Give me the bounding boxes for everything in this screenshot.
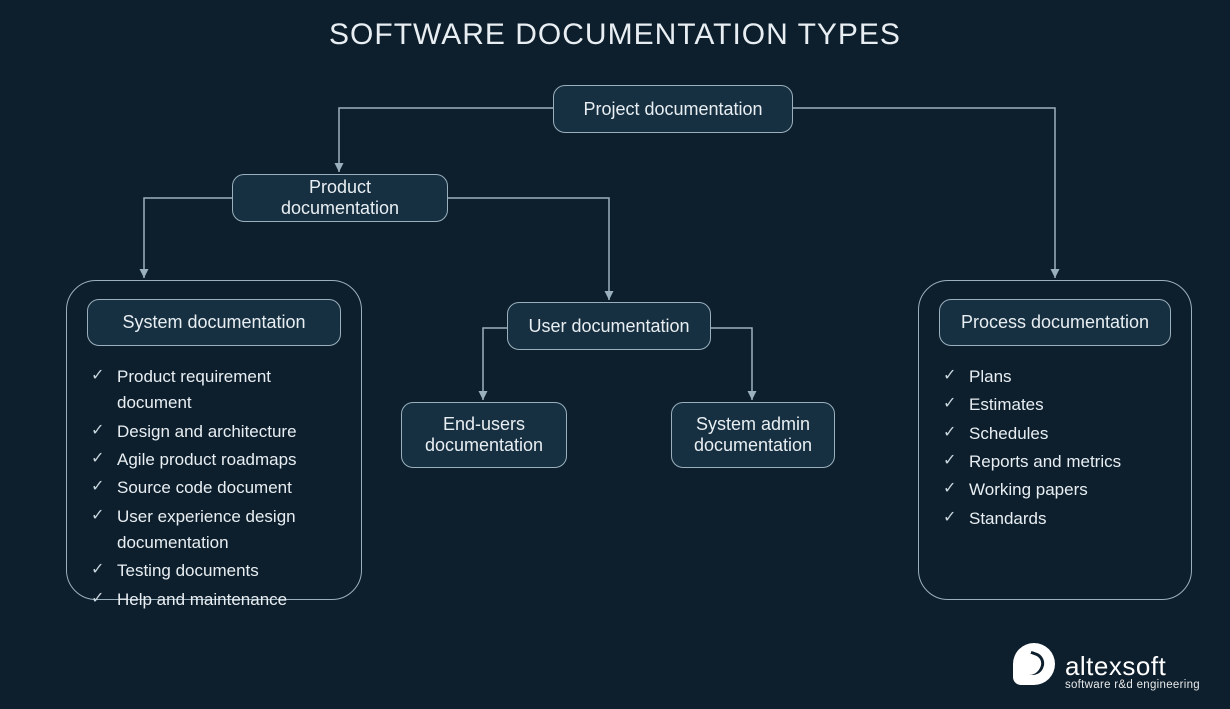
node-project-documentation: Project documentation <box>553 85 793 133</box>
list-item: Help and maintenance <box>91 587 341 613</box>
list-item: Standards <box>943 506 1171 532</box>
list-item: Working papers <box>943 477 1171 503</box>
node-system-admin-documentation: System admin documentation <box>671 402 835 468</box>
list-item: Plans <box>943 364 1171 390</box>
panel-process-documentation: Process documentation Plans Estimates Sc… <box>918 280 1192 600</box>
diagram-title: SOFTWARE DOCUMENTATION TYPES <box>0 0 1230 52</box>
panel-title-system: System documentation <box>87 299 341 346</box>
node-user-documentation: User documentation <box>507 302 711 350</box>
logo-tagline-text: software r&d engineering <box>1065 679 1200 691</box>
panel-title-process: Process documentation <box>939 299 1171 346</box>
list-item: Schedules <box>943 421 1171 447</box>
process-items-list: Plans Estimates Schedules Reports and me… <box>939 364 1171 532</box>
list-item: Estimates <box>943 392 1171 418</box>
list-item: Agile product roadmaps <box>91 447 341 473</box>
list-item: Design and architecture <box>91 419 341 445</box>
node-end-users-documentation: End-users documentation <box>401 402 567 468</box>
node-product-documentation: Product documentation <box>232 174 448 222</box>
altexsoft-logo-icon <box>1013 643 1055 685</box>
logo-brand-text: altexsoft <box>1065 653 1200 679</box>
altexsoft-logo: altexsoft software r&d engineering <box>1013 643 1200 691</box>
list-item: Source code document <box>91 475 341 501</box>
system-items-list: Product requirement document Design and … <box>87 364 341 613</box>
list-item: Reports and metrics <box>943 449 1171 475</box>
list-item: Product requirement document <box>91 364 341 417</box>
list-item: User experience design documentation <box>91 504 341 557</box>
list-item: Testing documents <box>91 558 341 584</box>
panel-system-documentation: System documentation Product requirement… <box>66 280 362 600</box>
